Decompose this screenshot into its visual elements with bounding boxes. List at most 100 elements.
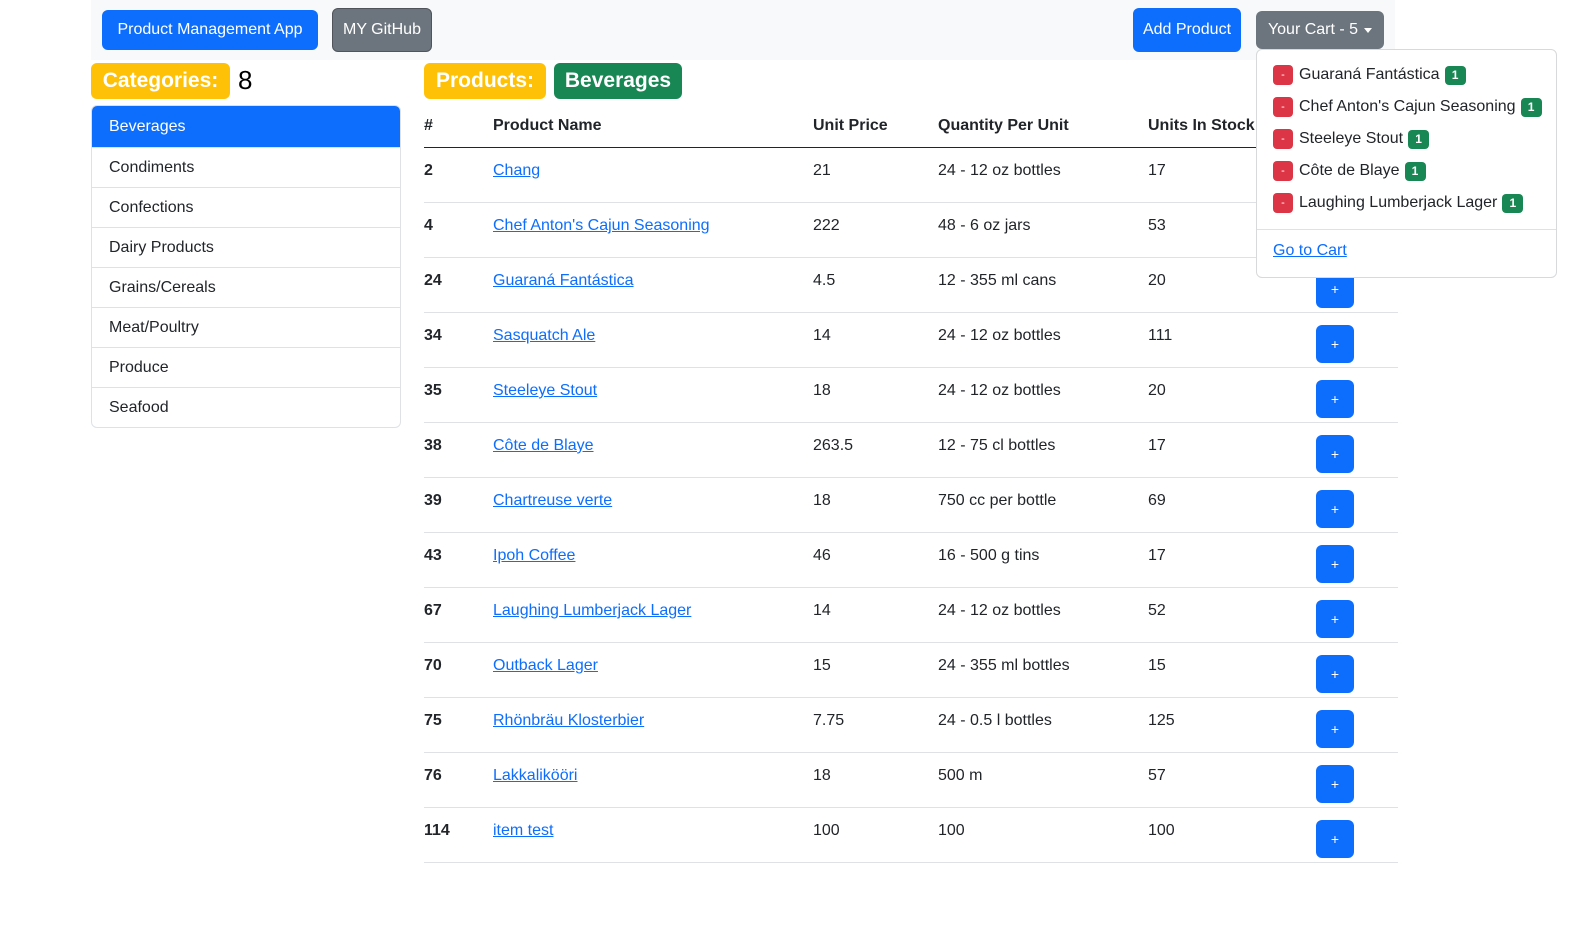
units-in-stock-cell: 100 — [1148, 807, 1316, 863]
product-link[interactable]: Steeleye Stout — [493, 382, 597, 399]
cart-item-name: Laughing Lumberjack Lager — [1299, 194, 1498, 211]
category-item[interactable]: Dairy Products — [92, 227, 400, 267]
quantity-per-unit-cell: 24 - 355 ml bottles — [938, 642, 1148, 698]
product-id-cell: 75 — [424, 697, 493, 753]
remove-from-cart-button[interactable]: - — [1273, 65, 1293, 85]
table-row: 35 Steeleye Stout 18 24 - 12 oz bottles 20 + — [424, 367, 1398, 423]
unit-price-cell: 7.75 — [813, 697, 938, 753]
category-item[interactable]: Grains/Cereals — [92, 267, 400, 307]
product-link[interactable]: Rhönbräu Klosterbier — [493, 712, 644, 729]
remove-from-cart-button[interactable]: - — [1273, 161, 1293, 181]
unit-price-cell: 222 — [813, 202, 938, 258]
dropdown-divider — [1257, 229, 1556, 230]
add-to-cart-button[interactable]: + — [1316, 820, 1354, 858]
categories-count: 8 — [238, 65, 253, 95]
unit-price-cell: 14 — [813, 587, 938, 643]
add-product-button[interactable]: Add Product — [1133, 8, 1241, 52]
product-name-cell: Sasquatch Ale — [493, 312, 813, 368]
column-header: # — [424, 105, 493, 148]
table-row: 2Chang2124 - 12 oz bottles17+ — [424, 147, 1398, 203]
brand-button[interactable]: Product Management App — [102, 10, 318, 50]
units-in-stock-cell: 15 — [1148, 642, 1316, 698]
product-link[interactable]: Outback Lager — [493, 657, 598, 674]
cart-item-quantity-badge: 1 — [1444, 65, 1466, 85]
units-in-stock-cell: 17 — [1148, 422, 1316, 478]
table-row: 67 Laughing Lumberjack Lager 14 24 - 12 oz … — [424, 587, 1398, 643]
column-header: Quantity Per Unit — [938, 105, 1148, 148]
category-item[interactable]: Meat/Poultry — [92, 307, 400, 347]
product-link[interactable]: Guaraná Fantástica — [493, 272, 634, 289]
table-row: 70 Outback Lager 15 24 - 355 ml bottles 15 + — [424, 642, 1398, 698]
table-row: 4 Chef Anton's Cajun Seasoning 222 48 - 6 o… — [424, 202, 1398, 258]
product-link[interactable]: Laughing Lumberjack Lager — [493, 602, 691, 619]
add-to-cart-button[interactable]: + — [1316, 655, 1354, 693]
remove-from-cart-button[interactable]: - — [1273, 193, 1293, 213]
cart-item-name: Chef Anton's Cajun Seasoning — [1299, 98, 1516, 115]
category-item[interactable]: Beverages — [92, 106, 400, 147]
product-id-cell: 34 — [424, 312, 493, 368]
quantity-per-unit-cell: 24 - 12 oz bottles — [938, 367, 1148, 423]
category-item[interactable]: Condiments — [92, 147, 400, 187]
product-link[interactable]: Lakkalikööri — [493, 767, 577, 784]
quantity-per-unit-cell: 750 cc per bottle — [938, 477, 1148, 533]
product-id-cell: 4 — [424, 202, 493, 258]
current-category-badge: Beverages — [554, 63, 682, 99]
quantity-per-unit-cell: 24 - 0.5 l bottles — [938, 697, 1148, 753]
add-to-cart-button[interactable]: + — [1316, 710, 1354, 748]
category-list: Beverages Condiments Confections Dairy Prod… — [91, 105, 401, 428]
quantity-per-unit-cell: 48 - 6 oz jars — [938, 202, 1148, 258]
category-item[interactable]: Produce — [92, 347, 400, 387]
actions-cell: + — [1316, 807, 1398, 863]
remove-from-cart-button[interactable]: - — [1273, 129, 1293, 149]
quantity-per-unit-cell: 24 - 12 oz bottles — [938, 147, 1148, 203]
unit-price-cell: 18 — [813, 477, 938, 533]
add-to-cart-button[interactable]: + — [1316, 435, 1354, 473]
product-link[interactable]: item test — [493, 822, 553, 839]
add-to-cart-button[interactable]: + — [1316, 545, 1354, 583]
table-row: 114 item test 100 100 100 + — [424, 807, 1398, 863]
product-id-cell: 24 — [424, 257, 493, 313]
product-name-cell: Ipoh Coffee — [493, 532, 813, 588]
unit-price-cell: 100 — [813, 807, 938, 863]
cart-item-name: Côte de Blaye — [1299, 162, 1400, 179]
github-button[interactable]: MY GitHub — [332, 8, 432, 52]
cart-item-quantity-badge: 1 — [1520, 97, 1542, 117]
product-name-cell: Guaraná Fantástica — [493, 257, 813, 313]
product-link[interactable]: Côte de Blaye — [493, 437, 594, 454]
units-in-stock-cell: 111 — [1148, 312, 1316, 368]
product-id-cell: 70 — [424, 642, 493, 698]
unit-price-cell: 18 — [813, 752, 938, 808]
product-name-cell: Chartreuse verte — [493, 477, 813, 533]
quantity-per-unit-cell: 100 — [938, 807, 1148, 863]
product-link[interactable]: Chang — [493, 162, 540, 179]
product-link[interactable]: Chef Anton's Cajun Seasoning — [493, 217, 710, 234]
add-to-cart-button[interactable]: + — [1316, 765, 1354, 803]
product-name-cell: Outback Lager — [493, 642, 813, 698]
unit-price-cell: 14 — [813, 312, 938, 368]
add-to-cart-button[interactable]: + — [1316, 380, 1354, 418]
products-title-badge: Products: — [424, 63, 546, 99]
cart-item-quantity-badge: 1 — [1502, 193, 1524, 213]
category-item[interactable]: Seafood — [92, 387, 400, 427]
table-row: 24 Guaraná Fantástica 4.5 12 - 355 ml cans 2… — [424, 257, 1398, 313]
product-name-cell: Lakkalikööri — [493, 752, 813, 808]
add-to-cart-button[interactable]: + — [1316, 600, 1354, 638]
quantity-per-unit-cell: 16 - 500 g tins — [938, 532, 1148, 588]
product-link[interactable]: Chartreuse verte — [493, 492, 612, 509]
unit-price-cell: 18 — [813, 367, 938, 423]
add-to-cart-button[interactable]: + — [1316, 490, 1354, 528]
product-link[interactable]: Sasquatch Ale — [493, 327, 595, 344]
go-to-cart-link[interactable]: Go to Cart — [1273, 242, 1347, 260]
table-row: 43 Ipoh Coffee 46 16 - 500 g tins 17 + — [424, 532, 1398, 588]
table-row: 76 Lakkalikööri 18 500 m 57 + — [424, 752, 1398, 808]
actions-cell: + — [1316, 532, 1398, 588]
product-id-cell: 2 — [424, 147, 493, 203]
product-name-cell: item test — [493, 807, 813, 863]
add-to-cart-button[interactable]: + — [1316, 325, 1354, 363]
cart-dropdown-toggle[interactable]: Your Cart - 5 — [1256, 11, 1384, 49]
product-id-cell: 38 — [424, 422, 493, 478]
product-link[interactable]: Ipoh Coffee — [493, 547, 575, 564]
category-item[interactable]: Confections — [92, 187, 400, 227]
products-table: # Product Name Unit Price Quantity Per U… — [424, 105, 1398, 863]
remove-from-cart-button[interactable]: - — [1273, 97, 1293, 117]
